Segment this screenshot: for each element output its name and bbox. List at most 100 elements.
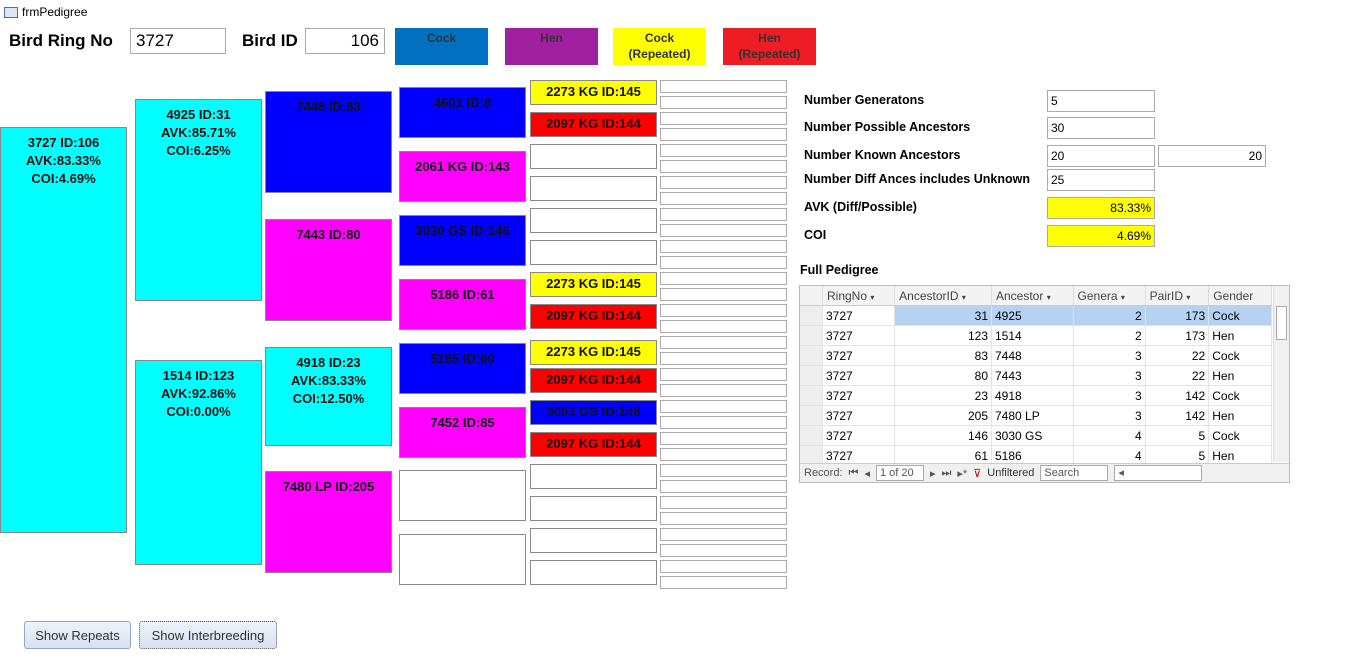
cell[interactable]: 22 [1145,365,1210,386]
table-row[interactable]: 3727 205 7480 LP 3 142 Hen [800,405,1272,426]
pedigree-box-gen6[interactable] [660,176,787,189]
filter-toggle[interactable]: Unfiltered [987,467,1034,479]
pedigree-box-gen6[interactable] [660,336,787,349]
pedigree-box-gen3[interactable]: 4918 ID:23 AVK:83.33% COI:12.50% [265,347,392,446]
cell[interactable]: 3 [1073,385,1146,406]
pedigree-box-gen5[interactable] [530,144,657,169]
cell[interactable]: 146 [894,425,992,446]
pedigree-box-gen5[interactable]: 2097 KG ID:144 [530,368,657,393]
pedigree-box-gen6[interactable] [660,256,787,269]
ring-input[interactable]: 3727 [130,28,226,54]
column-header[interactable]: Ancestor ▾ [991,286,1074,306]
cell[interactable]: 3727 [822,385,896,406]
horizontal-scrollbar[interactable]: ◂ [1114,465,1203,481]
pedigree-box-gen5[interactable] [530,240,657,265]
row-selector[interactable] [800,305,823,326]
pedigree-box-gen6[interactable] [660,464,787,477]
dropdown-icon[interactable]: ▾ [1121,293,1125,302]
row-selector[interactable] [800,425,823,446]
cell[interactable]: 3 [1073,365,1146,386]
row-selector[interactable] [800,345,823,366]
cell[interactable]: 23 [894,385,992,406]
column-header[interactable]: RingNo ▾ [822,286,896,306]
cell[interactable]: 142 [1145,405,1210,426]
prev-record-button[interactable]: ◂ [864,467,870,480]
pedigree-box-gen6[interactable] [660,160,787,173]
cell[interactable]: 7443 [991,365,1074,386]
cell[interactable]: 2 [1073,305,1146,326]
pedigree-box-gen6[interactable] [660,208,787,221]
pedigree-box-gen5[interactable]: 2097 KG ID:144 [530,112,657,137]
cell[interactable]: Hen [1208,325,1272,346]
pedigree-box-gen2[interactable]: 1514 ID:123 AVK:92.86% COI:0.00% [135,360,262,565]
cell[interactable]: 83 [894,345,992,366]
pedigree-box-gen6[interactable] [660,384,787,397]
row-selector[interactable] [800,405,823,426]
pedigree-box-gen5[interactable]: 2273 KG ID:145 [530,272,657,297]
cell[interactable]: Hen [1208,405,1272,426]
cell[interactable]: Hen [1208,365,1272,386]
pedigree-box-gen3[interactable]: 7480 LP ID:205 [265,471,392,573]
column-header[interactable]: PairID ▾ [1145,286,1210,306]
cell[interactable]: 3727 [822,325,896,346]
row-selector[interactable] [800,365,823,386]
pedigree-box-gen5[interactable] [530,208,657,233]
pedigree-box-gen6[interactable] [660,304,787,317]
dropdown-icon[interactable]: ▾ [1047,293,1051,302]
row-selector[interactable] [800,385,823,406]
pedigree-box-gen5[interactable]: 2273 KG ID:145 [530,340,657,365]
table-row[interactable]: 3727 146 3030 GS 4 5 Cock [800,425,1272,446]
dropdown-icon[interactable]: ▾ [870,293,874,302]
cell[interactable]: 3030 GS [991,425,1074,446]
cell[interactable]: 173 [1145,325,1210,346]
cell[interactable]: 4 [1073,425,1146,446]
pedigree-box-gen3[interactable]: 7443 ID:80 [265,219,392,321]
cell[interactable]: 3727 [822,425,896,446]
new-record-button[interactable]: ▸* [957,467,967,480]
cell[interactable]: 2 [1073,325,1146,346]
pedigree-box-gen4[interactable]: 5186 ID:61 [399,279,526,330]
pedigree-box-gen6[interactable] [660,368,787,381]
pedigree-box-gen5[interactable] [530,528,657,553]
show-repeats-button[interactable]: Show Repeats [24,621,131,649]
cell[interactable]: 7448 [991,345,1074,366]
pedigree-box-gen6[interactable] [660,96,787,109]
pedigree-box-gen5[interactable]: 2097 KG ID:144 [530,304,657,329]
pedigree-box-gen5[interactable]: 2273 KG ID:145 [530,80,657,105]
cell[interactable]: 22 [1145,345,1210,366]
pedigree-box-gen2[interactable]: 4925 ID:31 AVK:85.71% COI:6.25% [135,99,262,301]
pedigree-box-gen6[interactable] [660,128,787,141]
pedigree-box-gen1[interactable]: 3727 ID:106 AVK:83.33% COI:4.69% [0,127,127,533]
pedigree-box-gen6[interactable] [660,432,787,445]
cell[interactable]: 173 [1145,305,1210,326]
pedigree-box-gen4[interactable]: 4601 ID:8 [399,87,526,138]
pedigree-box-gen3[interactable]: 7448 ID:83 [265,91,392,193]
pedigree-box-gen5[interactable] [530,464,657,489]
pedigree-box-gen6[interactable] [660,80,787,93]
cell[interactable]: Cock [1208,425,1272,446]
cell[interactable]: 205 [894,405,992,426]
pedigree-box-gen5[interactable] [530,496,657,521]
pedigree-box-gen6[interactable] [660,352,787,365]
pedigree-box-gen4[interactable] [399,534,526,585]
dropdown-icon[interactable]: ▾ [1186,293,1190,302]
table-row[interactable]: 3727 83 7448 3 22 Cock [800,345,1272,366]
pedigree-box-gen6[interactable] [660,400,787,413]
pedigree-box-gen6[interactable] [660,192,787,205]
cell[interactable]: 123 [894,325,992,346]
pedigree-box-gen6[interactable] [660,448,787,461]
search-input[interactable]: Search [1040,465,1109,481]
cell[interactable]: 3727 [822,405,896,426]
cell[interactable]: 3 [1073,405,1146,426]
pedigree-box-gen4[interactable]: 3030 GS ID:146 [399,215,526,266]
next-record-button[interactable]: ▸ [930,467,936,480]
pedigree-box-gen5[interactable]: 3053 GS ID:148 [530,400,657,425]
select-all[interactable] [800,286,823,306]
table-row[interactable]: 3727 23 4918 3 142 Cock [800,385,1272,406]
pedigree-box-gen4[interactable] [399,470,526,521]
last-record-button[interactable]: ⏭ [942,467,952,480]
pedigree-box-gen6[interactable] [660,272,787,285]
pedigree-box-gen6[interactable] [660,240,787,253]
bird-id-input[interactable]: 106 [305,28,385,54]
cell[interactable]: Cock [1208,305,1272,326]
